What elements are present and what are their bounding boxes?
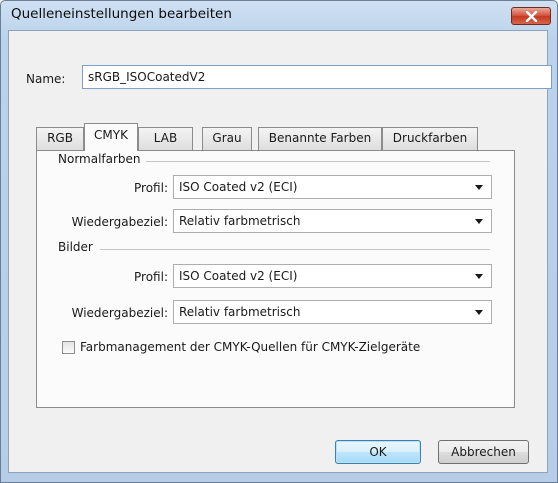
cmyk-color-management-label[interactable]: Farbmanagement der CMYK-Quellen für CMYK… bbox=[80, 340, 420, 354]
group-label-bilder: Bilder bbox=[58, 240, 93, 254]
group-divider bbox=[100, 249, 490, 250]
tab-cmyk[interactable]: CMYK bbox=[84, 123, 138, 151]
cancel-button[interactable]: Abbrechen bbox=[438, 440, 529, 464]
window-title: Quelleneinstellungen bearbeiten bbox=[11, 6, 232, 22]
profile-select-value: ISO Coated v2 (ECI) bbox=[179, 269, 298, 283]
profile-label: Profil: bbox=[134, 270, 168, 284]
group-divider bbox=[146, 161, 490, 162]
tab-benannte-farben[interactable]: Benannte Farben bbox=[258, 127, 382, 150]
name-input[interactable] bbox=[82, 65, 552, 89]
intent-select-normalfarben[interactable]: Relativ farbmetrisch bbox=[173, 209, 492, 233]
profile-select-bilder[interactable]: ISO Coated v2 (ECI) bbox=[173, 264, 492, 288]
chevron-down-icon bbox=[475, 310, 483, 315]
intent-select-value: Relativ farbmetrisch bbox=[179, 214, 301, 228]
intent-label: Wiedergabeziel: bbox=[71, 215, 168, 229]
close-button[interactable] bbox=[511, 7, 551, 25]
tab-lab[interactable]: LAB bbox=[138, 127, 193, 150]
chevron-down-icon bbox=[475, 274, 483, 279]
intent-label: Wiedergabeziel: bbox=[71, 306, 168, 320]
title-bar[interactable]: Quelleneinstellungen bearbeiten bbox=[1, 1, 557, 31]
tab-grau[interactable]: Grau bbox=[202, 127, 252, 150]
group-label-normalfarben: Normalfarben bbox=[58, 152, 141, 166]
intent-select-bilder[interactable]: Relativ farbmetrisch bbox=[173, 300, 492, 324]
profile-label: Profil: bbox=[134, 181, 168, 195]
ok-button[interactable]: OK bbox=[335, 440, 421, 464]
tab-rgb[interactable]: RGB bbox=[36, 127, 84, 150]
name-label: Name: bbox=[26, 72, 66, 86]
cmyk-color-management-checkbox[interactable] bbox=[62, 341, 75, 354]
chevron-down-icon bbox=[475, 185, 483, 190]
intent-select-value: Relativ farbmetrisch bbox=[179, 305, 301, 319]
close-icon bbox=[525, 11, 538, 22]
chevron-down-icon bbox=[475, 219, 483, 224]
profile-select-normalfarben[interactable]: ISO Coated v2 (ECI) bbox=[173, 175, 492, 199]
profile-select-value: ISO Coated v2 (ECI) bbox=[179, 180, 298, 194]
tab-druckfarben[interactable]: Druckfarben bbox=[382, 127, 478, 150]
